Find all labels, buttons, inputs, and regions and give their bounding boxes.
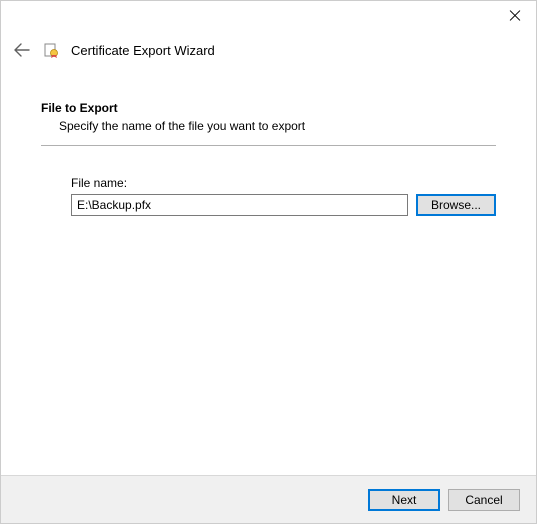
cancel-button[interactable]: Cancel [448, 489, 520, 511]
browse-button[interactable]: Browse... [416, 194, 496, 216]
wizard-title: Certificate Export Wizard [71, 43, 215, 58]
file-name-input[interactable] [71, 194, 408, 216]
wizard-header: Certificate Export Wizard [13, 41, 524, 59]
next-button[interactable]: Next [368, 489, 440, 511]
file-name-label: File name: [71, 176, 496, 190]
content-area: File to Export Specify the name of the f… [41, 101, 496, 216]
file-field-group: File name: Browse... [71, 176, 496, 216]
close-button[interactable] [508, 9, 522, 23]
divider [41, 145, 496, 146]
page-description: Specify the name of the file you want to… [59, 119, 496, 133]
certificate-icon [43, 42, 59, 58]
back-button[interactable] [13, 41, 31, 59]
footer-bar: Next Cancel [1, 475, 536, 523]
page-heading: File to Export [41, 101, 496, 115]
